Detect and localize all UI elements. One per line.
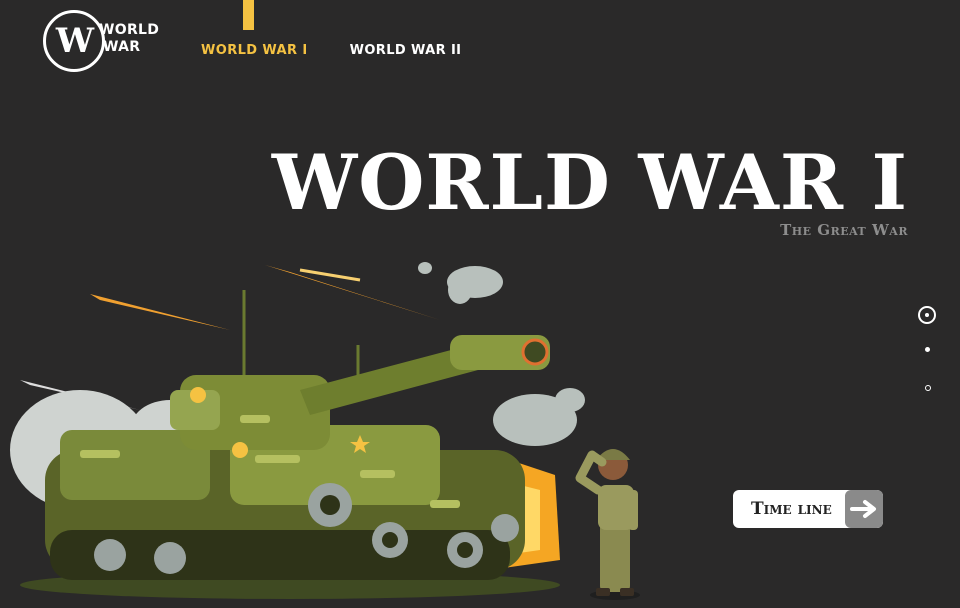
hero-subtitle: The Great War (780, 221, 908, 239)
logo-line-2: WAR (103, 39, 141, 55)
logo-line-1: WORLD (99, 22, 160, 38)
saluting-soldier (575, 449, 640, 600)
tank-and-soldier-illustration (10, 262, 640, 600)
logo-wordmark: WORLD WAR (99, 22, 159, 56)
site-logo[interactable]: W WORLD WAR (43, 10, 159, 72)
main-nav: WORLD WAR I WORLD WAR II (201, 43, 461, 58)
arrow-right-icon (845, 490, 883, 528)
pagination-dot-1[interactable] (918, 306, 936, 324)
pagination-dot-2[interactable] (925, 347, 930, 352)
hero-title: WORLD WAR I (271, 138, 908, 227)
nav-item-world-war-i[interactable]: WORLD WAR I (201, 43, 308, 58)
tank (45, 335, 550, 580)
timeline-button[interactable]: Time line (733, 490, 883, 528)
timeline-button-label: Time line (751, 499, 832, 519)
logo-emblem: W (43, 10, 105, 72)
nav-item-world-war-ii[interactable]: WORLD WAR II (350, 43, 462, 58)
active-nav-indicator (243, 0, 254, 30)
pagination-dot-3[interactable] (925, 385, 931, 391)
